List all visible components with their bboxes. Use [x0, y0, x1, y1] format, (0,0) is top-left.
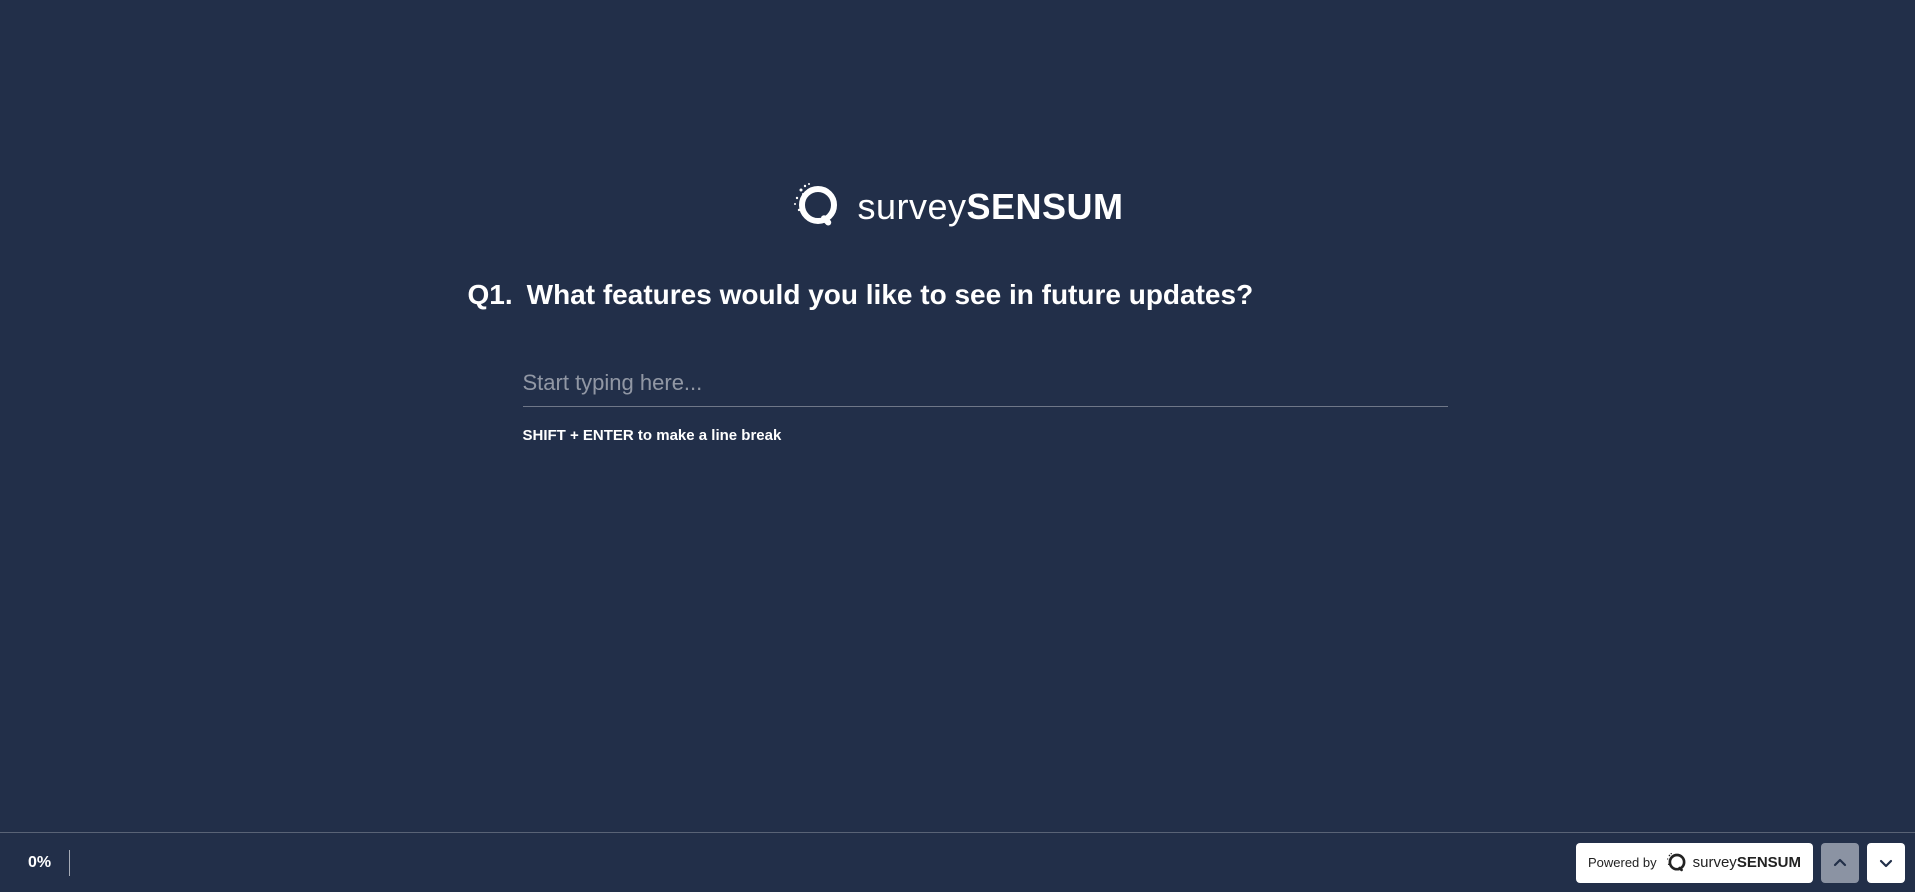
- question-row: Q1. What features would you like to see …: [468, 279, 1448, 311]
- next-question-button[interactable]: [1867, 843, 1905, 883]
- survey-page: surveySENSUM Q1. What features would you…: [0, 0, 1915, 892]
- question-text: What features would you like to see in f…: [527, 279, 1254, 311]
- answer-area: SHIFT + ENTER to make a line break: [523, 366, 1448, 444]
- main-content: surveySENSUM Q1. What features would you…: [0, 0, 1915, 832]
- input-hint: SHIFT + ENTER to make a line break: [523, 427, 1448, 444]
- brand-logo-icon: [791, 180, 845, 234]
- progress-divider: [69, 850, 70, 876]
- brand-logo: surveySENSUM: [791, 180, 1123, 234]
- powered-by-pill[interactable]: Powered by surveySENSUM: [1576, 843, 1813, 883]
- brand-name-bold: SENSUM: [967, 186, 1124, 227]
- progress-indicator: 0%: [28, 850, 70, 876]
- powered-by-label: Powered by: [1588, 855, 1657, 870]
- brand-name-light: survey: [857, 186, 966, 227]
- brand-logo-text: surveySENSUM: [857, 186, 1123, 228]
- question-number: Q1.: [468, 279, 513, 311]
- chevron-down-icon: [1878, 855, 1894, 871]
- powered-brand-light: survey: [1693, 854, 1737, 871]
- answer-input[interactable]: [523, 366, 1448, 407]
- prev-question-button[interactable]: [1821, 843, 1859, 883]
- powered-by-logo: surveySENSUM: [1665, 851, 1801, 875]
- chevron-up-icon: [1832, 855, 1848, 871]
- progress-text: 0%: [28, 854, 51, 872]
- powered-by-logo-text: surveySENSUM: [1693, 854, 1801, 871]
- footer-right: Powered by surveySENSUM: [1576, 843, 1905, 883]
- powered-brand-bold: SENSUM: [1737, 854, 1801, 871]
- powered-by-logo-icon: [1665, 851, 1689, 875]
- footer-bar: 0% Powered by surveySENSUM: [0, 832, 1915, 892]
- question-block: Q1. What features would you like to see …: [468, 279, 1448, 444]
